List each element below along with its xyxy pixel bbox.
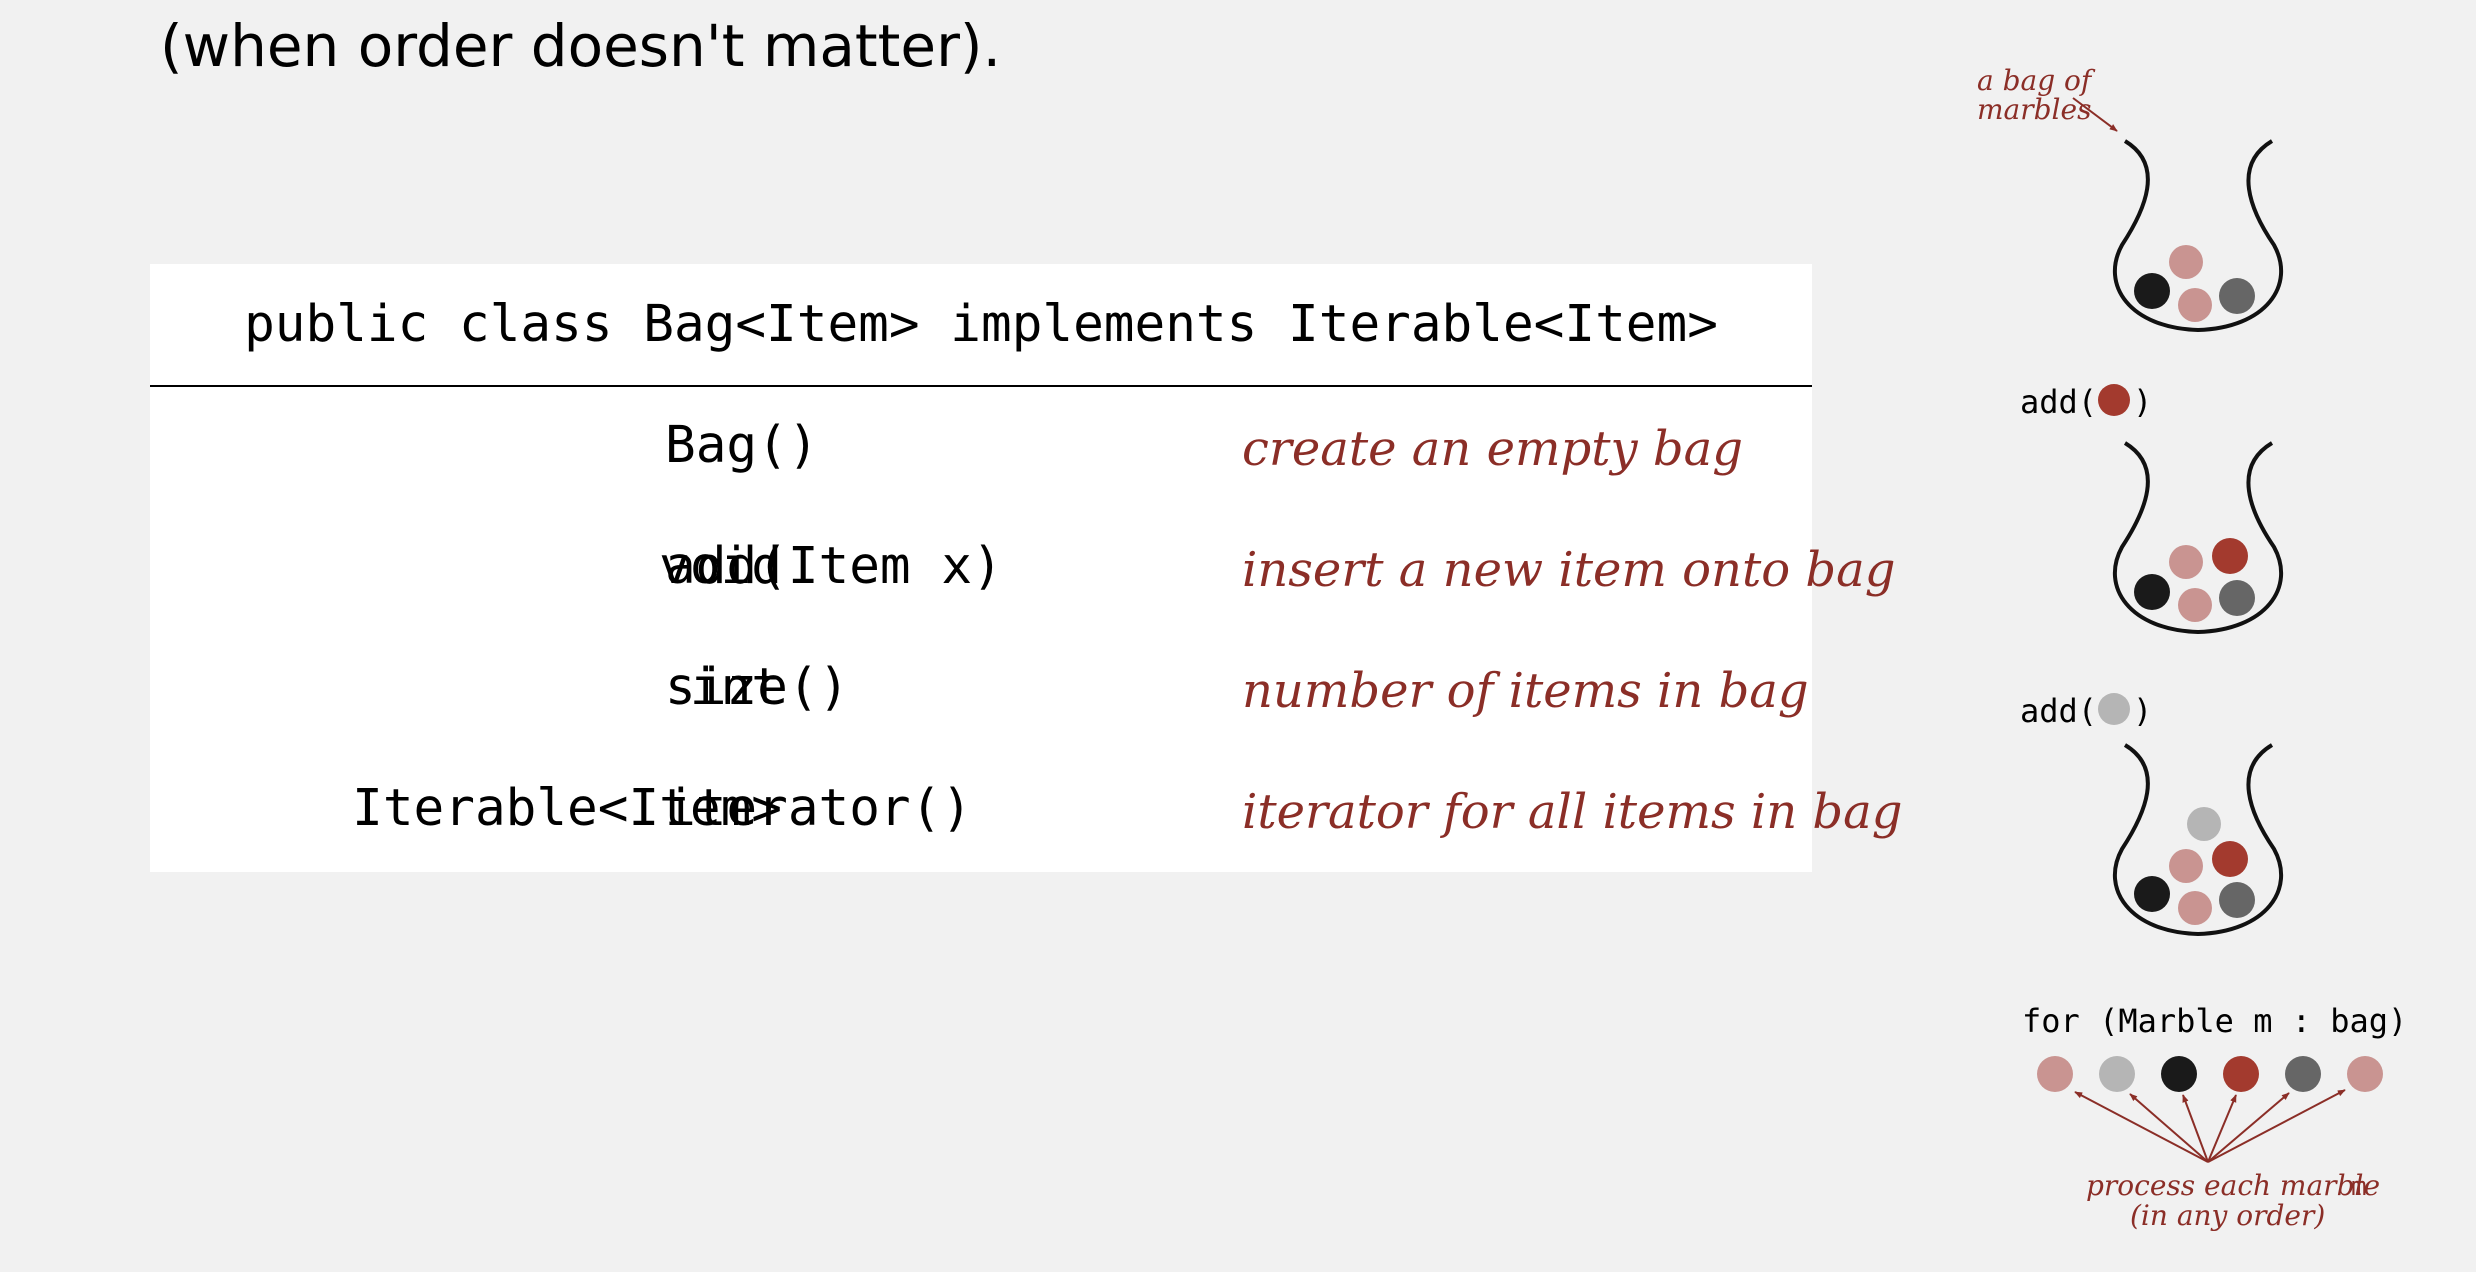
marble-pink [2169,545,2203,579]
process-label-line1: process each marble [2086,1169,2380,1202]
process-arrow [2207,1089,2346,1163]
marble-gray [2219,882,2255,918]
add-prefix: add( [2020,692,2097,730]
marble-pink [2178,891,2212,925]
marble-pink [2178,288,2212,322]
process-label-line2: (in any order) [2130,1199,2325,1232]
add-prefix: add( [2020,383,2097,421]
add-suffix: ) [2133,383,2152,421]
bag-illustration: a bag of marbles add( ) add( ) for (Marb… [1977,64,2407,1232]
process-arrow [2207,1092,2290,1163]
marble-light [2187,807,2221,841]
marble-gray [2285,1056,2321,1092]
marble-pink [2178,588,2212,622]
iterated-marbles [2037,1056,2383,1092]
add-light-operation: add( ) [2020,692,2152,730]
bag-1 [2112,139,2284,333]
marble-red [2223,1056,2259,1092]
process-arrow [2074,1091,2209,1163]
marble-pink [2169,245,2203,279]
bag-3 [2112,743,2284,937]
marble-light [2099,1056,2135,1092]
marble-black [2134,574,2170,610]
marble-gray [2219,278,2255,314]
process-arrow [2207,1094,2237,1163]
marble-pink [2347,1056,2383,1092]
foreach-label: for (Marble m : bag) [2022,1002,2407,1040]
process-label-variable: m [2351,1172,2367,1202]
add-suffix: ) [2133,692,2152,730]
marble-black [2161,1056,2197,1092]
marble-red [2098,384,2130,416]
marble-light [2098,693,2130,725]
marble-black [2134,273,2170,309]
marble-pink [2169,849,2203,883]
add-red-operation: add( ) [2020,383,2152,421]
marble-red [2212,538,2248,574]
process-arrows [2074,1089,2346,1163]
marble-black [2134,876,2170,912]
marble-red [2212,841,2248,877]
marble-gray [2219,580,2255,616]
marble-pink [2037,1056,2073,1092]
bag-2 [2112,441,2284,635]
